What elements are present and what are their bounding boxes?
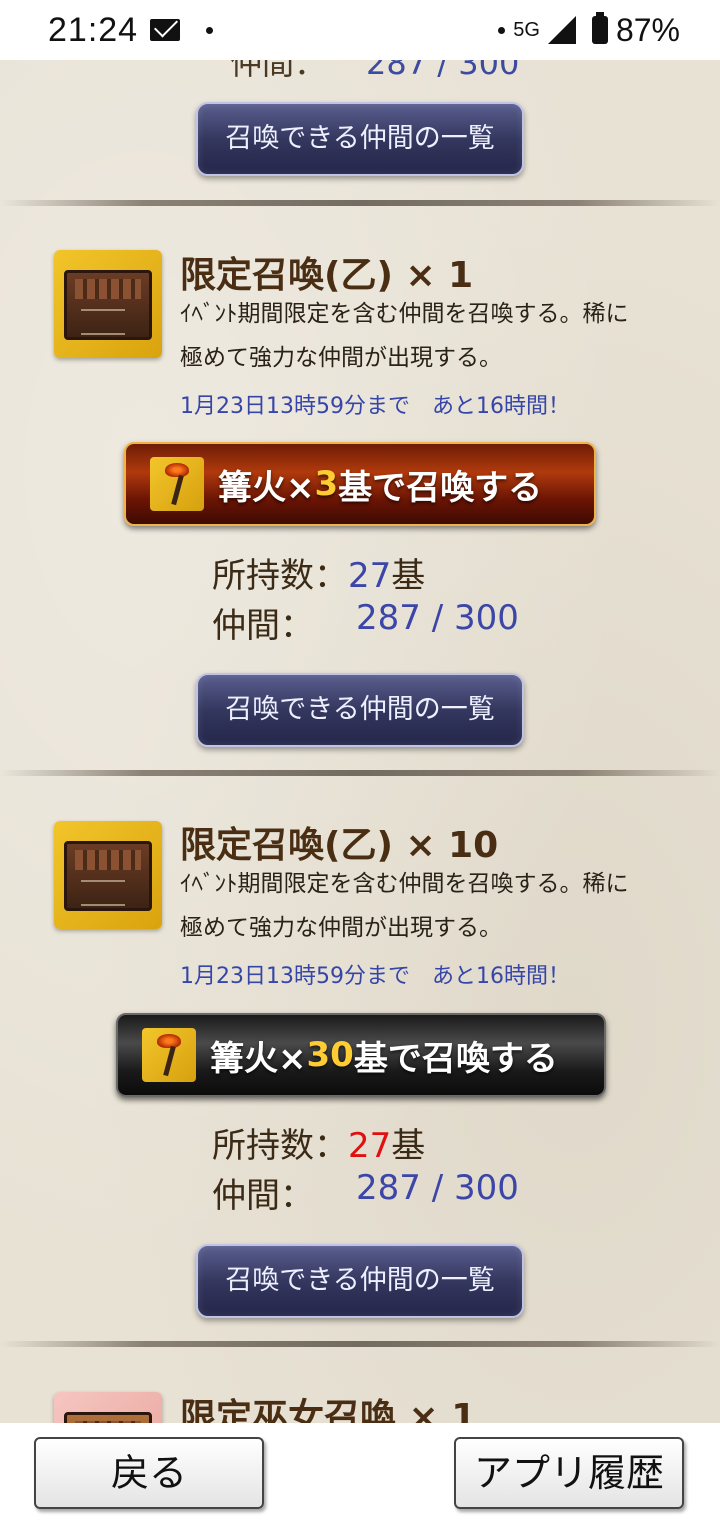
summonable-list-button[interactable]: 召喚できる仲間の一覧	[196, 102, 524, 176]
owned-count: 所持数：27基	[212, 1126, 426, 1166]
status-bar: 21:24 5G 87%	[0, 0, 720, 60]
treasure-box-icon	[54, 821, 162, 929]
item-title: 限定召喚(乙) × 10	[180, 825, 499, 866]
divider	[0, 200, 720, 206]
members-count: 仲間： 287 / 300	[212, 1168, 519, 1216]
bottom-nav: 戻る アプリ履歴	[0, 1423, 720, 1520]
item-title: 限定巫女召喚 × 1	[180, 1397, 477, 1423]
mail-icon	[150, 19, 181, 41]
item-deadline: 1月23日13時59分まで あと16時間！	[180, 394, 570, 419]
notification-dot-icon	[498, 26, 506, 34]
summonable-list-button[interactable]: 召喚できる仲間の一覧	[196, 673, 524, 747]
members-count-cut: 仲間： 287 / 300	[230, 60, 520, 82]
battery-icon	[591, 12, 608, 44]
signal-icon	[547, 16, 576, 44]
treasure-box-icon	[54, 1392, 162, 1423]
owned-count: 所持数：27基	[212, 556, 426, 596]
item-description: ｲﾍﾞﾝﾄ期間限定を含む仲間を召喚する。稀に 極めて強力な仲間が出現する。	[180, 871, 629, 941]
network-type: 5G	[513, 18, 540, 41]
notification-dot-icon	[206, 26, 214, 34]
item-deadline: 1月23日13時59分まで あと16時間！	[180, 964, 570, 989]
treasure-box-icon	[54, 250, 162, 358]
summon-x1-button[interactable]: 篝火× 3 基で召喚する	[124, 442, 596, 526]
summon-x10-button[interactable]: 篝火× 30 基で召喚する	[116, 1013, 606, 1097]
divider	[0, 770, 720, 776]
app-history-button[interactable]: アプリ履歴	[454, 1437, 684, 1509]
battery-percent: 87%	[615, 11, 680, 48]
item-description: ｲﾍﾞﾝﾄ期間限定を含む仲間を召喚する。稀に 極めて強力な仲間が出現する。	[180, 301, 629, 371]
torch-icon	[150, 457, 204, 511]
divider	[0, 1341, 720, 1347]
torch-icon	[142, 1028, 196, 1082]
item-title: 限定召喚(乙) × 1	[180, 255, 474, 296]
summon-list[interactable]: 仲間： 287 / 300 召喚できる仲間の一覧 限定召喚(乙) × 1 ｲﾍﾞﾝ…	[0, 60, 720, 1423]
members-count: 仲間： 287 / 300	[212, 598, 519, 646]
status-time: 21:24	[48, 10, 139, 49]
back-button[interactable]: 戻る	[34, 1437, 264, 1509]
summonable-list-button[interactable]: 召喚できる仲間の一覧	[196, 1244, 524, 1318]
